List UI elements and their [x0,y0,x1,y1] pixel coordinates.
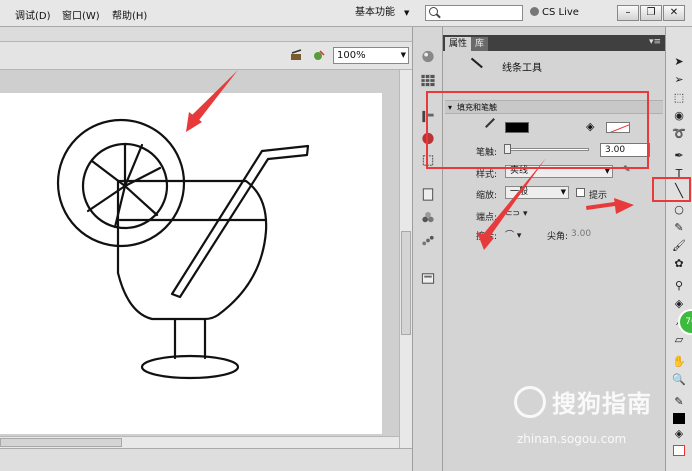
arrow-icon [614,198,634,214]
arrow-icon [481,158,546,242]
arrow-icon [190,70,238,124]
watermark-text: 搜狗指南 [552,390,652,418]
watermark-url: zhinan.sogou.com [517,432,627,446]
sogou-logo-icon [514,386,546,418]
